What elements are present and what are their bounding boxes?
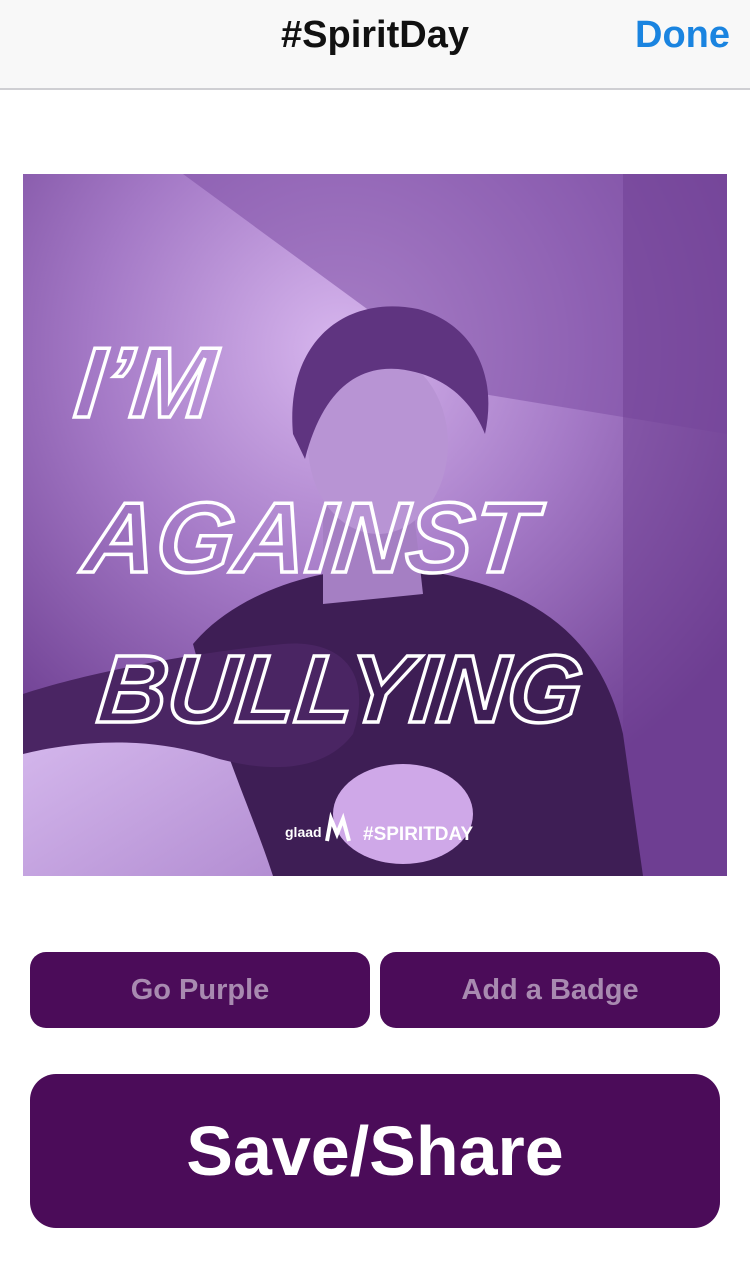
- spirit-day-image: I’M AGAINST BULLYING glaad #SPIRITDAY: [23, 174, 727, 876]
- headline-line-1: I’M: [70, 327, 223, 439]
- go-purple-button[interactable]: Go Purple: [30, 952, 370, 1028]
- done-button[interactable]: Done: [635, 14, 730, 57]
- navigation-bar: #SpiritDay Done: [0, 0, 750, 90]
- headline-line-3: BULLYING: [93, 636, 588, 743]
- figure-hand: [333, 764, 473, 864]
- add-badge-button[interactable]: Add a Badge: [380, 952, 720, 1028]
- save-share-button[interactable]: Save/Share: [30, 1074, 720, 1228]
- headline-line-2: AGAINST: [76, 482, 548, 594]
- glaad-logo-text: glaad: [285, 824, 322, 840]
- photo-canvas: I’M AGAINST BULLYING glaad #SPIRITDAY: [23, 174, 727, 876]
- hashtag-label: #SPIRITDAY: [363, 824, 473, 845]
